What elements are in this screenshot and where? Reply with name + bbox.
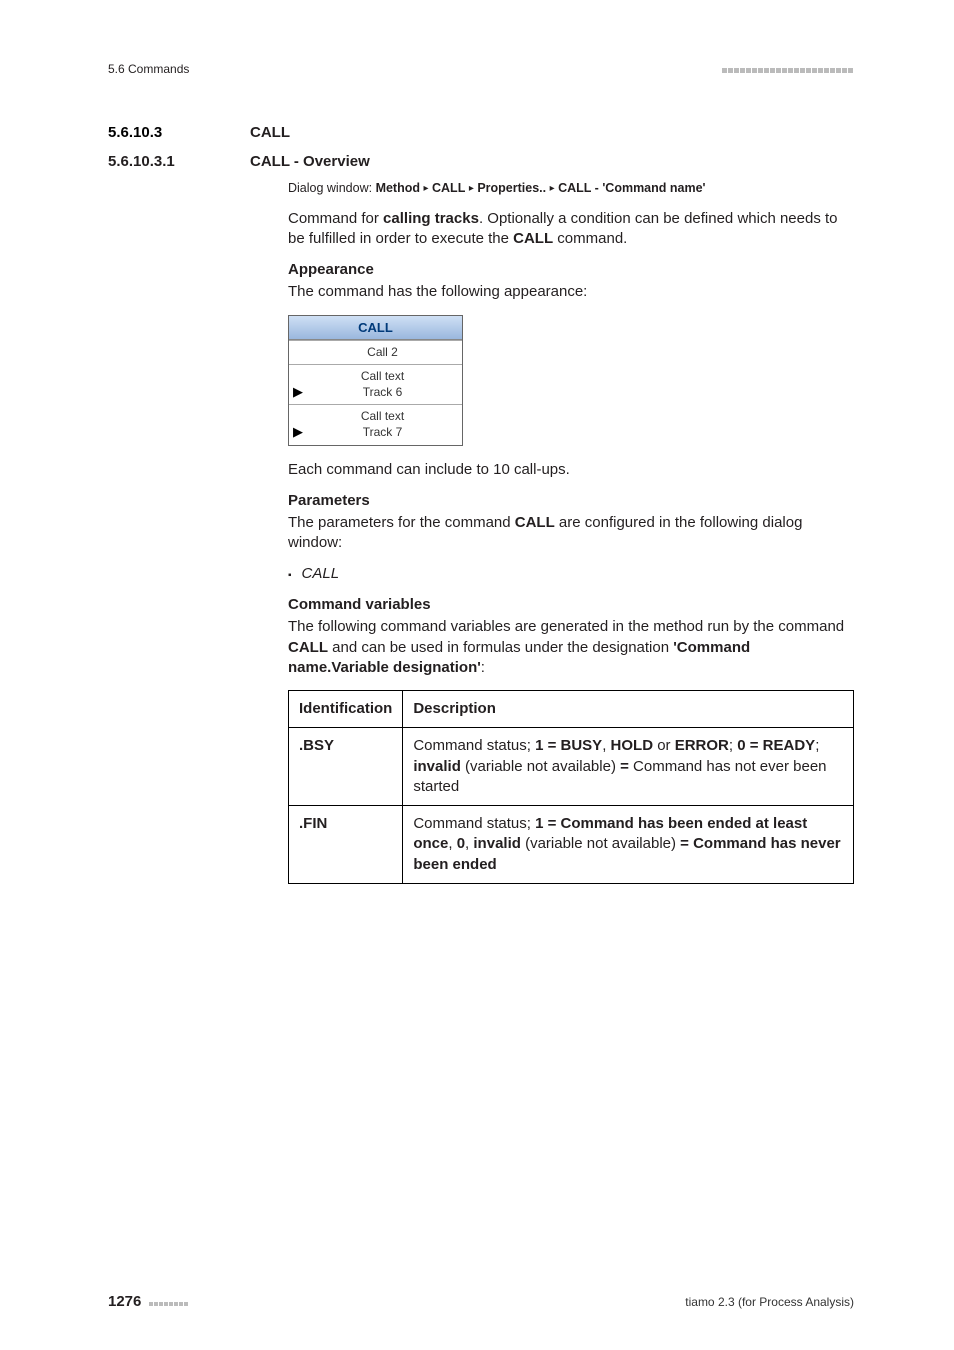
command-variables-table: Identification Description .BSY Command … [288, 690, 854, 884]
chevron-right-icon: ▸ [550, 183, 555, 194]
cmdvar-description: Command status; 1 = Command has been end… [403, 806, 854, 884]
footer-ornament [149, 1295, 189, 1309]
table-header-identification: Identification [289, 691, 403, 728]
parameters-heading: Parameters [288, 492, 854, 509]
header-section-path: 5.6 Commands [108, 62, 189, 76]
play-icon: ▶ [293, 384, 303, 401]
call-block-title: CALL [289, 316, 462, 340]
section-heading-call: 5.6.10.3 CALL [108, 124, 854, 141]
dialog-path-part: CALL - 'Command name' [558, 181, 705, 195]
dialog-path-part: Properties.. [477, 181, 546, 195]
table-row: .FIN Command status; 1 = Command has bee… [289, 806, 854, 884]
section-number: 5.6.10.3 [108, 124, 250, 141]
content-body: Dialog window: Method ▸ CALL ▸ Propertie… [288, 180, 854, 884]
chevron-right-icon: ▸ [469, 183, 474, 194]
play-icon: ▶ [293, 424, 303, 441]
cmdvar-description: Command status; 1 = BUSY, HOLD or ERROR;… [403, 728, 854, 806]
parameters-lead: The parameters for the command CALL are … [288, 513, 854, 554]
appearance-heading: Appearance [288, 261, 854, 278]
footer-left: 1276 [108, 1293, 189, 1310]
page-number: 1276 [108, 1293, 141, 1310]
command-variables-heading: Command variables [288, 596, 854, 613]
dialog-path: Dialog window: Method ▸ CALL ▸ Propertie… [288, 180, 854, 197]
list-item: CALL [288, 565, 854, 582]
section-title: CALL - Overview [250, 153, 370, 170]
call-command-block: CALL Call 2 ▶ Call text Track 6 ▶ Call t… [288, 315, 463, 446]
section-heading-call-overview: 5.6.10.3.1 CALL - Overview [108, 153, 854, 170]
table-header-row: Identification Description [289, 691, 854, 728]
parameters-list: CALL [288, 565, 854, 582]
section-number: 5.6.10.3.1 [108, 153, 250, 170]
cmdvar-id: .BSY [289, 728, 403, 806]
appearance-lead: The command has the following appearance… [288, 282, 854, 302]
chevron-right-icon: ▸ [423, 183, 428, 194]
table-header-description: Description [403, 691, 854, 728]
intro-paragraph: Command for calling tracks. Optionally a… [288, 209, 854, 250]
page-footer: 1276 tiamo 2.3 (for Process Analysis) [108, 1293, 854, 1310]
call-block-row: ▶ Call text Track 6 [289, 364, 462, 404]
dialog-path-part: CALL [432, 181, 465, 195]
table-row: .BSY Command status; 1 = BUSY, HOLD or E… [289, 728, 854, 806]
section-title: CALL [250, 124, 290, 141]
dialog-path-part: Method [376, 181, 420, 195]
appearance-note: Each command can include to 10 call-ups. [288, 460, 854, 480]
footer-app-name: tiamo 2.3 (for Process Analysis) [685, 1295, 854, 1309]
call-block-row: ▶ Call text Track 7 [289, 404, 462, 444]
page-header: 5.6 Commands [108, 62, 854, 76]
call-block-row: Call 2 [289, 340, 462, 365]
command-variables-lead: The following command variables are gene… [288, 617, 854, 678]
dialog-path-label: Dialog window: [288, 181, 372, 195]
cmdvar-id: .FIN [289, 806, 403, 884]
header-ornament [722, 62, 854, 76]
